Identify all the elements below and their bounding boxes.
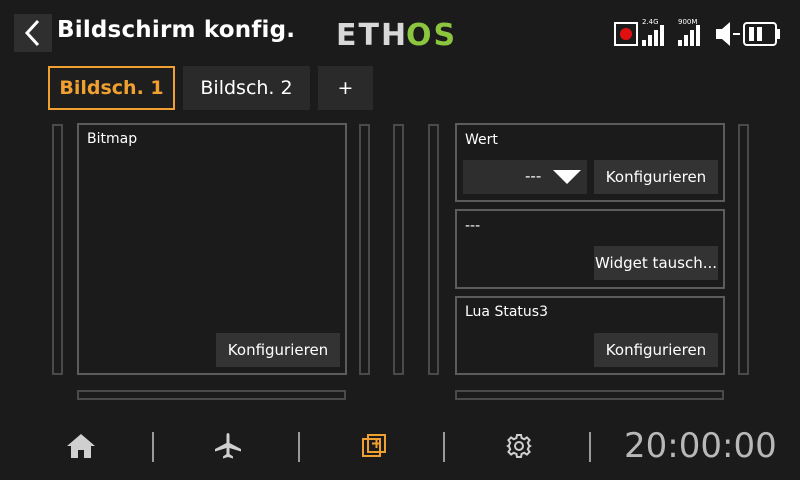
nav-system[interactable] bbox=[497, 424, 541, 468]
widget-empty-label: --- bbox=[465, 218, 481, 234]
layout-strip-bottom-left bbox=[77, 390, 346, 400]
record-icon bbox=[614, 22, 638, 46]
widget-swap-button[interactable]: Widget tausch... bbox=[594, 246, 718, 280]
widget-lua-label: Lua Status3 bbox=[465, 304, 548, 320]
band-24-label: 2.4G bbox=[642, 18, 659, 26]
chevron-down-icon bbox=[553, 170, 581, 184]
layout-strip-bottom-right bbox=[455, 390, 724, 400]
source-dropdown[interactable]: --- bbox=[463, 160, 587, 194]
widget-bitmap-label: Bitmap bbox=[87, 131, 138, 147]
widget-bitmap[interactable]: Bitmap Konfigurieren bbox=[77, 123, 347, 375]
add-screen-button[interactable]: + bbox=[318, 66, 373, 110]
settings-icon bbox=[506, 434, 532, 458]
layout-strip-center-b bbox=[428, 124, 439, 375]
airplane-icon bbox=[215, 433, 241, 459]
speaker-icon bbox=[716, 22, 740, 46]
widget-wert[interactable]: Wert --- Konfigurieren bbox=[455, 123, 725, 202]
home-icon bbox=[67, 434, 95, 458]
nav-separator bbox=[298, 432, 300, 462]
layout-strip-left-inner bbox=[359, 124, 370, 375]
tab-screen-2[interactable]: Bildsch. 2 bbox=[183, 66, 310, 110]
logo-text-os: OS bbox=[406, 18, 457, 52]
source-dropdown-value: --- bbox=[525, 167, 542, 185]
bitmap-configure-button[interactable]: Konfigurieren bbox=[216, 333, 340, 367]
page-title: Bildschirm konfig. bbox=[57, 17, 296, 43]
wert-configure-button[interactable]: Konfigurieren bbox=[594, 160, 718, 194]
status-bar: 2.4G 900M bbox=[614, 18, 780, 46]
layout-strip-center-a bbox=[393, 124, 404, 375]
nav-screens[interactable] bbox=[352, 424, 396, 468]
signal-900-icon: 900M bbox=[678, 18, 700, 46]
logo-text-eth: ETH bbox=[336, 18, 408, 52]
nav-separator bbox=[443, 432, 445, 462]
layout-strip-left bbox=[52, 124, 63, 375]
screens-icon bbox=[362, 434, 386, 457]
nav-model[interactable] bbox=[206, 424, 250, 468]
tab-screen-1[interactable]: Bildsch. 1 bbox=[48, 66, 175, 110]
widget-wert-label: Wert bbox=[465, 132, 498, 148]
signal-24-icon: 2.4G bbox=[642, 18, 664, 46]
clock-display: 20:00:00 bbox=[624, 426, 777, 466]
widget-empty[interactable]: --- Widget tausch... bbox=[455, 209, 725, 289]
nav-home[interactable] bbox=[59, 424, 103, 468]
nav-separator bbox=[589, 432, 591, 462]
nav-separator bbox=[152, 432, 154, 462]
chevron-left-icon bbox=[24, 19, 40, 47]
band-900-label: 900M bbox=[678, 18, 697, 26]
widget-lua-status[interactable]: Lua Status3 Konfigurieren bbox=[455, 296, 725, 375]
back-button[interactable] bbox=[14, 14, 52, 52]
battery-icon bbox=[743, 22, 780, 46]
layout-strip-right bbox=[738, 124, 749, 375]
lua-configure-button[interactable]: Konfigurieren bbox=[594, 333, 718, 367]
ethos-logo: ETH OS bbox=[336, 18, 457, 52]
